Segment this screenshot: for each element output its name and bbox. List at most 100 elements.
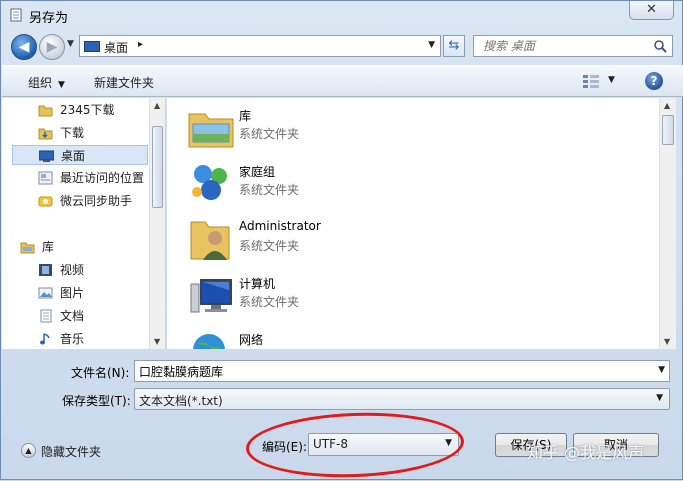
file-type: 系统文件夹 <box>239 127 300 141</box>
music-icon <box>40 333 50 345</box>
nav-item-documents[interactable]: 文档 <box>12 306 148 326</box>
new-folder-button[interactable]: 新建文件夹 <box>94 74 154 91</box>
video-icon <box>39 264 52 276</box>
scroll-down-icon[interactable]: ▼ <box>664 337 670 346</box>
nav-item-label: 最近访问的位置 <box>60 171 145 185</box>
search-icon[interactable] <box>653 39 667 53</box>
nav-item-label: 桌面 <box>61 149 86 163</box>
chevron-up-icon: ▲ <box>21 443 36 458</box>
address-dropdown-icon[interactable]: ▼ <box>428 40 435 50</box>
chevron-down-icon: ▼ <box>656 393 663 403</box>
file-item-homegroup[interactable]: 家庭组 系统文件夹 <box>187 160 487 210</box>
filename-input[interactable] <box>135 361 650 381</box>
nav-item-libraries[interactable]: 库 <box>0 237 130 257</box>
close-button[interactable]: ✕ <box>629 1 674 20</box>
file-name: 计算机 <box>239 277 276 291</box>
search-box[interactable] <box>473 35 673 57</box>
filename-label: 文件名(N): <box>71 366 130 380</box>
nav-item-label: 文档 <box>60 309 85 323</box>
scroll-thumb[interactable] <box>152 126 163 208</box>
nav-item-pictures[interactable]: 图片 <box>12 283 148 303</box>
nav-item-recent-places[interactable]: 最近访问的位置 <box>12 168 148 188</box>
folder-icon <box>38 105 53 117</box>
navigation-pane: 2345下载 下载 桌面 最近访问的位置 微云同步助手 库 视频 图片 文档 音… <box>2 98 166 349</box>
nav-item-downloads[interactable]: 下载 <box>12 123 148 143</box>
file-item-administrator[interactable]: Administrator 系统文件夹 <box>187 216 487 266</box>
file-item-network[interactable]: 网络 <box>187 328 487 349</box>
organize-label: 组织 <box>28 76 53 90</box>
file-list: 库 系统文件夹 家庭组 系统文件夹 Administrator 系统文件夹 计算… <box>167 98 659 349</box>
pictures-icon <box>38 287 53 299</box>
file-item-computer[interactable]: 计算机 系统文件夹 <box>187 272 487 322</box>
hide-folders-label: 隐藏文件夹 <box>41 445 102 459</box>
refresh-button[interactable]: ⇆ <box>443 35 465 57</box>
documents-icon <box>40 309 52 323</box>
library-icon <box>20 242 35 254</box>
recent-places-icon <box>38 171 53 185</box>
computer-icon <box>190 279 232 313</box>
library-folder-icon <box>188 113 234 148</box>
nav-item-label: 微云同步助手 <box>60 194 133 208</box>
help-icon[interactable]: ? <box>645 72 663 90</box>
forward-button[interactable]: ▶ <box>39 34 65 60</box>
download-folder-icon <box>38 128 53 140</box>
nav-item-label: 下载 <box>60 126 85 140</box>
chevron-right-icon[interactable]: ▸ <box>138 39 143 50</box>
user-folder-icon <box>190 221 230 260</box>
file-item-libraries[interactable]: 库 系统文件夹 <box>187 104 487 154</box>
window-title: 另存为 <box>29 11 69 26</box>
back-button[interactable]: ◀ <box>11 34 37 60</box>
address-bar[interactable]: 桌面 ▸ ▼ <box>79 35 441 57</box>
recent-pages-dropdown[interactable]: ▼ <box>67 39 74 49</box>
view-options-icon[interactable] <box>582 74 600 89</box>
new-folder-label: 新建文件夹 <box>94 76 155 90</box>
file-name: 库 <box>239 109 252 123</box>
filetype-label: 保存类型(T): <box>62 394 131 408</box>
file-type: 系统文件夹 <box>239 183 300 197</box>
scroll-up-icon[interactable]: ▲ <box>154 101 160 110</box>
file-name: 网络 <box>239 333 264 347</box>
nav-item-label: 图片 <box>60 286 85 300</box>
filename-field[interactable]: ▼ <box>134 360 670 382</box>
file-list-scrollbar[interactable]: ▲ ▼ <box>659 98 676 349</box>
address-location[interactable]: 桌面 <box>104 39 128 56</box>
scroll-thumb[interactable] <box>662 115 674 145</box>
nav-item-weiyun[interactable]: 微云同步助手 <box>12 191 148 211</box>
refresh-icon: ⇆ <box>448 38 460 53</box>
nav-item-label: 视频 <box>60 263 85 277</box>
notepad-icon <box>10 8 22 22</box>
highlight-circle-annotation <box>244 409 466 481</box>
scroll-up-icon[interactable]: ▲ <box>664 101 670 110</box>
search-input[interactable] <box>474 36 644 56</box>
close-icon: ✕ <box>646 2 657 17</box>
desktop-icon <box>39 150 54 162</box>
nav-item-label: 2345下载 <box>60 103 115 117</box>
file-type: 系统文件夹 <box>239 239 300 253</box>
scroll-down-icon[interactable]: ▼ <box>154 337 160 346</box>
weiyun-icon <box>38 196 53 207</box>
chevron-down-icon: ▼ <box>58 80 65 90</box>
nav-item-desktop[interactable]: 桌面 <box>12 145 148 165</box>
view-dropdown-icon[interactable]: ▼ <box>608 75 615 85</box>
desktop-icon <box>84 41 100 52</box>
nav-item-videos[interactable]: 视频 <box>12 260 148 280</box>
save-as-dialog: 另存为 ✕ ◀ ▶ ▼ 桌面 ▸ ▼ ⇆ 组织 ▼ 新建文件夹 <box>0 0 683 481</box>
nav-item-music[interactable]: 音乐 <box>12 329 148 349</box>
nav-item-label: 音乐 <box>60 332 85 346</box>
forward-arrow-icon: ▶ <box>46 39 58 55</box>
organize-button[interactable]: 组织 ▼ <box>28 74 65 91</box>
nav-pane-scrollbar[interactable]: ▲ ▼ <box>149 98 165 349</box>
file-name: Administrator <box>239 219 321 233</box>
command-bar: 组织 ▼ 新建文件夹 ▼ ? <box>2 65 683 97</box>
file-type: 系统文件夹 <box>239 295 300 309</box>
chevron-down-icon[interactable]: ▼ <box>658 365 665 375</box>
homegroup-icon <box>192 165 227 200</box>
back-arrow-icon: ◀ <box>18 39 30 55</box>
network-icon <box>193 334 225 349</box>
nav-item-label: 库 <box>42 240 55 254</box>
file-name: 家庭组 <box>239 165 276 179</box>
nav-item-2345-downloads[interactable]: 2345下载 <box>12 100 148 120</box>
title-bar: 另存为 ✕ <box>1 1 682 29</box>
watermark: 知乎 @我是风声 <box>527 443 645 462</box>
filetype-select[interactable]: 文本文档(*.txt) ▼ <box>134 388 670 410</box>
